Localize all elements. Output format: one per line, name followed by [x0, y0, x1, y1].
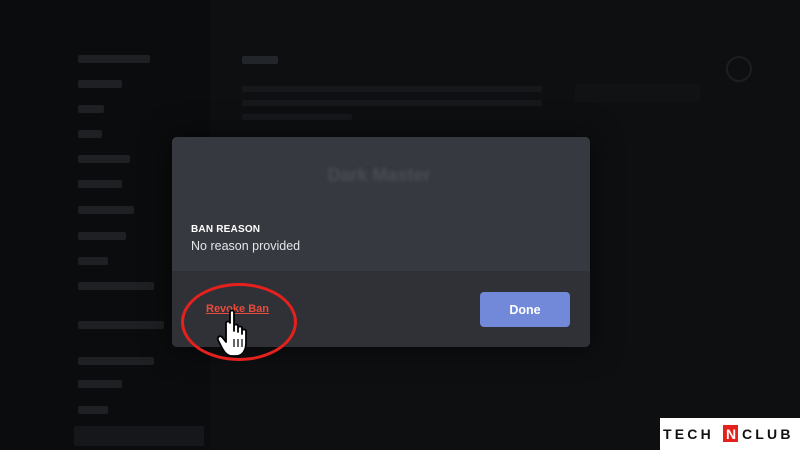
sidebar-item: [78, 155, 130, 163]
sidebar-item: [78, 105, 104, 113]
modal-title: Dark Master: [327, 165, 431, 185]
modal-body: Dark Master BAN REASON No reason provide…: [172, 137, 590, 271]
description-line: [242, 100, 542, 106]
hand-pointer-icon: [216, 309, 247, 357]
sidebar-item: [78, 380, 122, 388]
sidebar-item: [78, 55, 150, 63]
svg-text:TECH: TECH: [663, 426, 714, 442]
search-bans-input: [575, 84, 700, 102]
sidebar-item: [78, 282, 154, 290]
technclub-watermark: TECH N CLUB: [660, 418, 800, 450]
close-settings-icon: [726, 56, 752, 82]
ban-reason-label: BAN REASON: [191, 224, 261, 235]
svg-text:N: N: [726, 426, 736, 442]
svg-text:CLUB: CLUB: [742, 426, 794, 442]
sidebar-item: [78, 130, 102, 138]
technclub-logo: TECH N CLUB: [663, 425, 794, 442]
sidebar-item: [78, 232, 126, 240]
sidebar-item-selected: [74, 426, 204, 446]
description-line: [242, 86, 542, 92]
sidebar-item: [78, 180, 122, 188]
sidebar-item: [78, 80, 122, 88]
section-heading: [242, 56, 278, 64]
ban-reason-value: No reason provided: [191, 239, 301, 253]
done-button[interactable]: Done: [480, 292, 570, 327]
description-line: [242, 114, 352, 120]
sidebar-item: [78, 206, 134, 214]
sidebar-item: [78, 406, 108, 414]
sidebar-item: [78, 321, 164, 329]
sidebar-item: [78, 357, 154, 365]
sidebar-item: [78, 257, 108, 265]
